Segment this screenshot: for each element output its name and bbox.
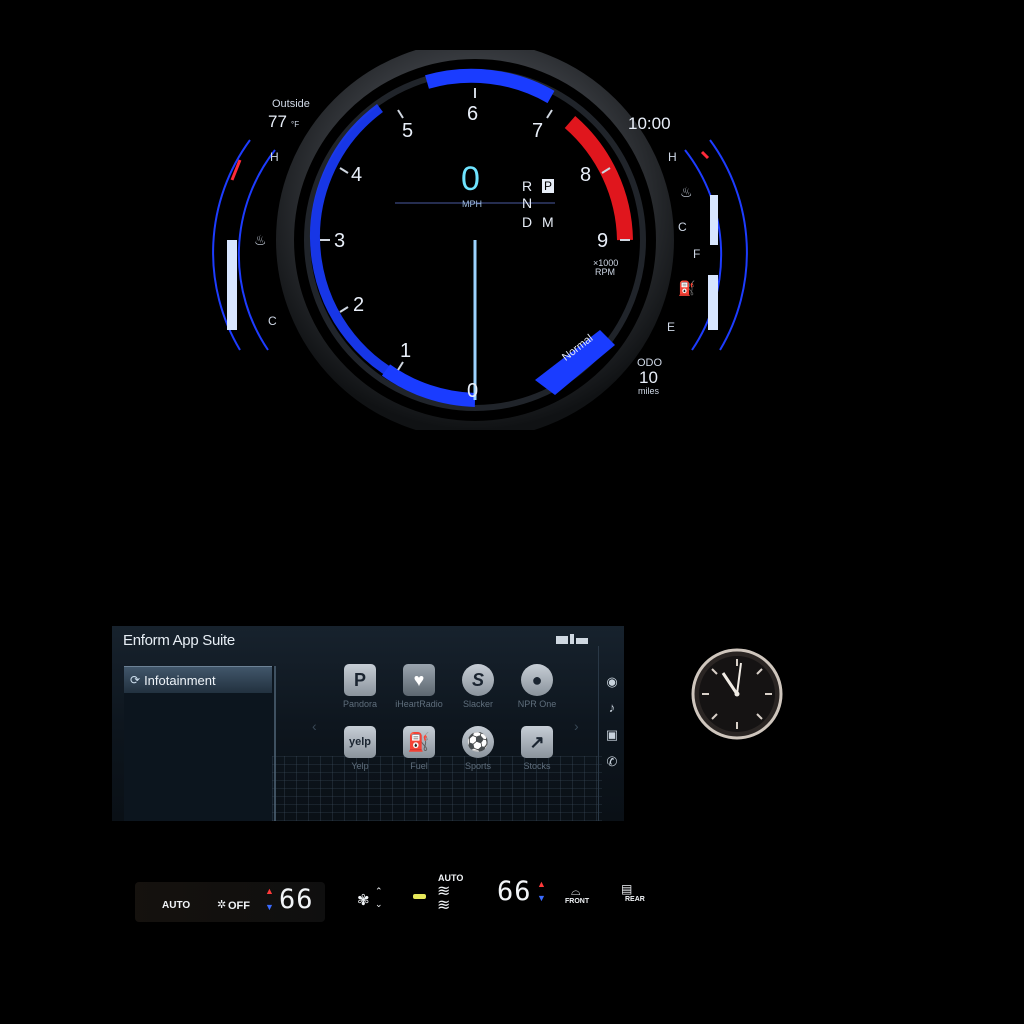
sports-icon: ⚽: [462, 726, 494, 758]
odo-unit: miles: [638, 386, 660, 396]
right-rail: ◉ ♪ ▣ ✆: [598, 646, 624, 821]
app-tile-npr-one[interactable]: ● NPR One: [512, 664, 562, 709]
fuel-icon: ⛽: [403, 726, 435, 758]
app-tile-sports[interactable]: ⚽ Sports: [453, 726, 503, 771]
rpm-label-6: 6: [467, 103, 479, 125]
airflow-mode-icon[interactable]: ≋ ≋: [437, 884, 450, 914]
rpm-unit-line2: RPM: [595, 267, 615, 277]
left-temp-fill: [227, 240, 237, 330]
right-gauge-hot: H: [668, 150, 677, 164]
rpm-label-5: 5: [402, 120, 414, 142]
gear-park: P: [542, 179, 555, 193]
gear-d: D: [522, 214, 533, 230]
climate-control-bar: AUTO ✲ OFF ▲ ▼ 66 ✾ ⌃ ⌄ AUTO ≋ ≋ 66 ▲ ▼ ⌓…: [135, 872, 675, 922]
left-gauge-cold: C: [268, 314, 277, 328]
fan-icon: ✲: [217, 899, 227, 911]
signal-status-icon: [556, 634, 588, 644]
gear-m: M: [542, 214, 554, 230]
app-tile-pandora[interactable]: P Pandora: [335, 664, 385, 709]
auto-button[interactable]: AUTO: [162, 900, 190, 911]
stocks-icon: ↗: [521, 726, 553, 758]
fan-speed-up-icon[interactable]: ⌃: [375, 886, 383, 897]
driver-temp-down-icon[interactable]: ▼: [265, 902, 274, 912]
rpm-label-0: 0: [467, 380, 479, 402]
app-tile-yelp[interactable]: yelp Yelp: [335, 726, 385, 771]
rpm-label-1: 1: [400, 340, 412, 362]
rpm-label-2: 2: [353, 294, 365, 316]
driver-temp: 66: [279, 884, 314, 915]
speed-unit: MPH: [462, 199, 482, 209]
clock-face: [691, 648, 783, 740]
sidebar: ⟳ Infotainment: [124, 666, 276, 821]
page-title: Enform App Suite: [123, 632, 235, 649]
right-gauge-cold: C: [678, 220, 687, 234]
prev-page-arrow[interactable]: ‹: [312, 718, 317, 734]
app-name: NPR One: [517, 699, 557, 709]
instrument-cluster: Outside 77 °F 10:00 0 MPH 0 1 2 3 4 5 6 …: [180, 41, 780, 439]
fan-off-button[interactable]: OFF: [228, 900, 250, 912]
app-name: Yelp: [351, 761, 369, 771]
sidebar-item-infotainment[interactable]: ⟳ Infotainment: [124, 666, 272, 693]
next-page-arrow[interactable]: ›: [574, 718, 579, 734]
app-name: Slacker: [462, 699, 493, 709]
rpm-label-3: 3: [334, 230, 346, 252]
app-name: Fuel: [410, 761, 428, 771]
outside-temp: 77: [268, 112, 287, 131]
airflow-auto-label: AUTO: [438, 873, 464, 883]
front-defrost-label: FRONT: [565, 898, 590, 905]
analog-clock: [691, 648, 783, 740]
gear-r: R: [522, 178, 533, 194]
temp-unit: °F: [291, 120, 300, 129]
iheartradio-icon: ♥: [403, 664, 435, 696]
driver-temp-up-icon[interactable]: ▲: [265, 886, 274, 896]
rpm-label-9: 9: [597, 230, 609, 252]
right-red-mark: [700, 150, 710, 160]
image-icon[interactable]: ▣: [604, 727, 620, 743]
app-tile-iheartradio[interactable]: ♥ iHeartRadio: [394, 664, 444, 709]
app-name: Pandora: [342, 699, 378, 709]
sidebar-item-label: Infotainment: [144, 672, 216, 688]
app-tile-slacker[interactable]: S Slacker: [453, 664, 503, 709]
fuel-full-label: F: [693, 247, 701, 261]
rpm-label-7: 7: [532, 120, 544, 142]
rear-defrost-label: REAR: [625, 896, 645, 903]
coolant-temp-icon: ♨: [680, 184, 693, 200]
slacker-icon: S: [462, 664, 494, 696]
tachometer-dial: [212, 41, 748, 439]
npr-one-icon: ●: [521, 664, 553, 696]
oil-temp-icon: ♨: [254, 232, 267, 248]
phone-icon[interactable]: ✆: [604, 754, 620, 770]
navigation-icon[interactable]: ◉: [604, 674, 620, 690]
infotainment-screen: Enform App Suite ⟳ Infotainment ‹ › P Pa…: [112, 626, 624, 821]
rpm-label-4: 4: [351, 164, 363, 186]
right-temp-fill: [710, 195, 718, 245]
app-tile-fuel[interactable]: ⛽ Fuel: [394, 726, 444, 771]
passenger-temp-up-icon[interactable]: ▲: [537, 879, 546, 889]
fan-speed-down-icon[interactable]: ⌄: [375, 899, 383, 910]
app-name: Stocks: [523, 761, 551, 771]
left-gauge-hot: H: [270, 150, 279, 164]
cluster-clock: 10:00: [628, 114, 671, 133]
rear-defrost-icon[interactable]: ▤: [621, 882, 632, 896]
fan-speed-icon: ✾: [357, 892, 370, 909]
fuel-fill: [708, 275, 718, 330]
rpm-label-8: 8: [580, 164, 592, 186]
front-defrost-icon[interactable]: ⌓: [571, 884, 581, 899]
outside-label: Outside: [272, 98, 310, 110]
fuel-empty-label: E: [667, 320, 676, 334]
fuel-pump-icon: ⛽: [678, 280, 696, 296]
auto-indicator-light: [413, 894, 426, 899]
pandora-icon: P: [344, 664, 376, 696]
gear-n: N: [522, 195, 533, 211]
music-note-icon[interactable]: ♪: [604, 700, 620, 716]
app-name: Sports: [464, 761, 491, 771]
yelp-icon: yelp: [344, 726, 376, 758]
odo-value: 10: [639, 368, 658, 387]
app-name: iHeartRadio: [395, 699, 443, 709]
app-tile-stocks[interactable]: ↗ Stocks: [512, 726, 562, 771]
passenger-temp-down-icon[interactable]: ▼: [537, 893, 546, 903]
speed-value: 0: [461, 160, 480, 198]
passenger-temp: 66: [497, 876, 532, 907]
infotainment-icon: ⟳: [130, 673, 141, 687]
